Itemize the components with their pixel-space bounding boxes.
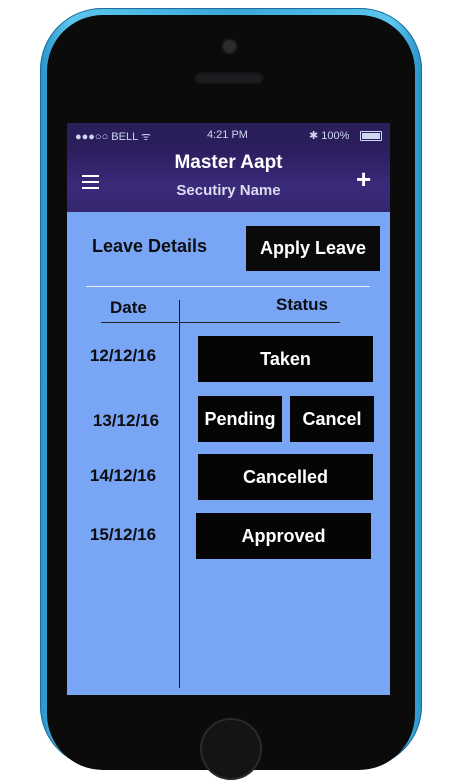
header-divider (86, 286, 370, 287)
nav-bar: Master Aapt Secutiry Name + (67, 148, 390, 212)
battery-fill (362, 133, 380, 139)
row-date: 13/12/16 (92, 411, 160, 430)
status-column-header: Status (276, 295, 328, 314)
home-button[interactable] (200, 718, 262, 780)
app-title: Master Aapt (174, 152, 283, 173)
apply-leave-button[interactable]: Apply Leave (246, 226, 380, 271)
security-name: Secutiry Name (176, 182, 281, 199)
leave-details-heading: Leave Details (92, 236, 208, 256)
date-header-underline (101, 322, 178, 323)
battery-icon (360, 131, 382, 141)
status-pending-button[interactable]: Pending (198, 396, 282, 442)
column-divider (179, 300, 180, 688)
status-time: 4:21 PM (207, 129, 248, 141)
status-header-underline (180, 322, 340, 323)
status-cancelled-button[interactable]: Cancelled (198, 454, 373, 500)
cancel-leave-button[interactable]: Cancel (290, 396, 374, 442)
status-approved-button[interactable]: Approved (196, 513, 371, 559)
row-date: 15/12/16 (89, 525, 157, 544)
row-date: 12/12/16 (89, 346, 157, 365)
plus-icon[interactable]: + (356, 166, 371, 192)
earpiece-speaker (194, 71, 264, 84)
carrier-signal: ●●●○○ BELL ᯤ (75, 131, 151, 143)
status-taken-button[interactable]: Taken (198, 336, 373, 382)
row-date: 14/12/16 (89, 466, 157, 485)
status-bar: ●●●○○ BELL ᯤ 4:21 PM ✱ 100% (67, 123, 390, 148)
app-screen: ●●●○○ BELL ᯤ 4:21 PM ✱ 100% Master Aapt … (67, 123, 390, 695)
date-column-header: Date (110, 298, 147, 317)
battery-percentage: ✱ 100% (309, 130, 350, 142)
front-camera-icon (223, 40, 236, 53)
